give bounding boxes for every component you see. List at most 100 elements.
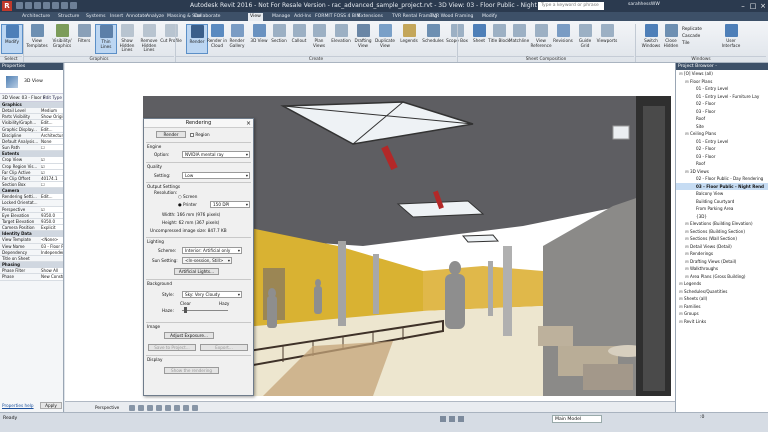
browser-item[interactable]: ⊟ Elevations (Building Elevation) bbox=[676, 220, 768, 228]
instance-selector[interactable]: 3D View: 03 - Floor P Edit Type bbox=[0, 94, 63, 102]
schedules-button[interactable]: Schedules bbox=[422, 24, 444, 54]
show-rendering-button[interactable]: Show the rendering bbox=[164, 367, 219, 374]
browser-item[interactable]: ⊟ Families bbox=[676, 303, 768, 311]
browser-item[interactable]: ⊟ Walkthroughs bbox=[676, 265, 768, 273]
browser-item[interactable]: ⊟ 3D Views bbox=[676, 168, 768, 176]
browser-item[interactable]: 02 - Floor Public - Day Rendering bbox=[676, 175, 768, 183]
tab-architecture[interactable]: Architecture bbox=[20, 13, 52, 21]
engine-option-select[interactable]: NVIDIA mental ray bbox=[182, 151, 250, 158]
property-value[interactable]: New Construction bbox=[41, 274, 63, 280]
save-to-project-button[interactable]: Save to Project... bbox=[148, 344, 196, 351]
show-hidden-lines-button[interactable]: Show Hidden Lines bbox=[116, 24, 138, 54]
selection-filter[interactable]: :0 bbox=[700, 415, 704, 420]
legends-button[interactable]: Legends bbox=[398, 24, 420, 54]
measure-icon[interactable] bbox=[61, 2, 68, 9]
export-button[interactable]: Export... bbox=[200, 344, 248, 351]
revit-logo-icon[interactable]: R bbox=[2, 1, 12, 11]
browser-item[interactable]: ⊟ Area Plans (Gross Building) bbox=[676, 273, 768, 281]
editable-only-icon[interactable] bbox=[458, 416, 464, 422]
view-reference-button[interactable]: View Reference bbox=[530, 24, 552, 54]
duplicate-view-button[interactable]: Duplicate View bbox=[374, 24, 396, 54]
view-templates-button[interactable]: View Templates bbox=[26, 24, 48, 54]
select-panel[interactable]: Select bbox=[0, 56, 22, 63]
browser-item[interactable]: 01 - Entry Level - Furniture Lay bbox=[676, 93, 768, 101]
undo-icon[interactable] bbox=[34, 2, 41, 9]
browser-item[interactable]: ⊟ [O] Views (all) bbox=[676, 70, 768, 78]
render-button[interactable]: Render bbox=[186, 24, 208, 54]
revisions-button[interactable]: Revisions bbox=[552, 24, 574, 54]
print-icon[interactable] bbox=[52, 2, 59, 9]
minimize-icon[interactable]: – bbox=[738, 1, 748, 11]
lighting-scheme-select[interactable]: Interior: Artificial only bbox=[182, 247, 242, 254]
active-model-select[interactable]: Main Model bbox=[552, 415, 602, 423]
browser-item[interactable]: 03 - Floor Public - Night Rend bbox=[676, 182, 768, 190]
tab-tvr-wood-framing[interactable]: TVR Wood Framing bbox=[428, 13, 475, 21]
render-button[interactable]: Render bbox=[156, 131, 186, 138]
browser-item[interactable]: Roof bbox=[676, 115, 768, 123]
filters-button[interactable]: Filters bbox=[73, 24, 95, 54]
property-value[interactable]: ☐ bbox=[41, 182, 63, 188]
drafting-view-button[interactable]: Drafting View bbox=[352, 24, 374, 54]
guide-grid-button[interactable]: Guide Grid bbox=[574, 24, 596, 54]
maximize-icon[interactable]: □ bbox=[748, 1, 758, 11]
browser-item[interactable]: {3D} bbox=[676, 213, 768, 221]
property-value[interactable]: ☐ bbox=[41, 145, 63, 151]
browser-item[interactable]: ⊟ Sections (Building Section) bbox=[676, 228, 768, 236]
browser-item[interactable]: ⊟ Groups bbox=[676, 310, 768, 318]
plan-views-button[interactable]: Plan Views bbox=[308, 24, 330, 54]
browser-item[interactable]: 03 - Floor bbox=[676, 153, 768, 161]
user-name[interactable]: sarahhessWW bbox=[628, 2, 660, 7]
browser-item[interactable]: ⊟ Sections (Wall Section) bbox=[676, 235, 768, 243]
haze-slider-thumb[interactable] bbox=[184, 307, 187, 313]
type-selector[interactable]: 3D View bbox=[0, 70, 63, 94]
drawing-area[interactable]: Rendering × Render Region Engine Option:… bbox=[65, 63, 675, 401]
property-row[interactable]: Section Box ☐ bbox=[0, 182, 63, 189]
dialog-close-icon[interactable]: × bbox=[246, 119, 251, 128]
edit-type-button[interactable]: Edit Type bbox=[43, 94, 62, 102]
browser-item[interactable]: 03 - Floor bbox=[676, 108, 768, 116]
section-button[interactable]: Section bbox=[268, 24, 290, 54]
adjust-exposure-button[interactable]: Adjust Exposure... bbox=[164, 332, 214, 339]
render-gallery-button[interactable]: Render Gallery bbox=[226, 24, 248, 54]
tab-add-ins[interactable]: Add-Ins bbox=[292, 13, 313, 21]
browser-item[interactable]: ⊟ Sheets (all) bbox=[676, 295, 768, 303]
tab-modify[interactable]: Modify bbox=[480, 13, 499, 21]
3d-view-button[interactable]: 3D View bbox=[248, 24, 270, 54]
browser-item[interactable]: Site bbox=[676, 123, 768, 131]
hide-isolate-icon[interactable] bbox=[191, 405, 198, 411]
sun-setting-select[interactable]: <In-session, Still> bbox=[182, 257, 232, 264]
property-row[interactable]: Title on Sheet bbox=[0, 256, 63, 263]
cut-profile-button[interactable]: Cut Profile bbox=[160, 24, 182, 54]
crop-region-icon[interactable] bbox=[173, 405, 180, 411]
browser-item[interactable]: 02 - Floor bbox=[676, 100, 768, 108]
browser-item[interactable]: ⊟ Ceiling Plans bbox=[676, 130, 768, 138]
property-row[interactable]: Sun Path ☐ bbox=[0, 145, 63, 152]
lock-view-icon[interactable] bbox=[182, 405, 189, 411]
switch-windows-button[interactable]: Switch Windows bbox=[640, 24, 662, 54]
property-row[interactable]: Phase New Construction bbox=[0, 274, 63, 281]
sun-path-icon[interactable] bbox=[137, 405, 144, 411]
browser-item[interactable]: Balcony View bbox=[676, 190, 768, 198]
browser-item[interactable]: ⊟ Renderings bbox=[676, 250, 768, 258]
browser-item[interactable]: ⊟ Revit Links bbox=[676, 318, 768, 326]
text-icon[interactable] bbox=[70, 2, 77, 9]
design-options-icon[interactable] bbox=[449, 416, 455, 422]
browser-item[interactable]: Building Courtyard bbox=[676, 198, 768, 206]
save-icon[interactable] bbox=[25, 2, 32, 9]
browser-item[interactable]: ⊟ Schedules/Quantities bbox=[676, 288, 768, 296]
background-style-select[interactable]: Sky: Very Cloudy bbox=[182, 291, 242, 298]
sheet-button[interactable]: Sheet bbox=[468, 24, 490, 54]
visibility-graphics-button[interactable]: Visibility/ Graphics bbox=[51, 24, 73, 54]
tab-manage[interactable]: Manage bbox=[270, 13, 292, 21]
render-in-cloud-button[interactable]: Render in Cloud bbox=[206, 24, 228, 54]
tab-insert[interactable]: Insert bbox=[108, 13, 125, 21]
callout-button[interactable]: Callout bbox=[288, 24, 310, 54]
properties-help-link[interactable]: Properties help bbox=[2, 403, 34, 408]
modify-button[interactable]: Modify bbox=[1, 24, 23, 54]
browser-item[interactable]: Roof bbox=[676, 160, 768, 168]
visual-style-icon[interactable] bbox=[128, 405, 135, 411]
cascade-button[interactable]: Cascade bbox=[682, 33, 702, 40]
replicate-button[interactable]: Replicate bbox=[682, 26, 702, 33]
viewports-button[interactable]: Viewports bbox=[596, 24, 618, 54]
apply-button[interactable]: Apply bbox=[40, 402, 62, 409]
